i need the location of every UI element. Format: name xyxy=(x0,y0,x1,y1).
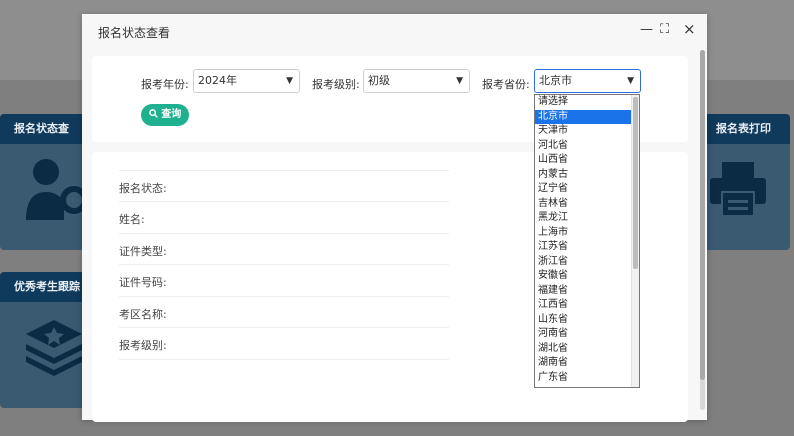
excellent-candidate-card[interactable]: 优秀考生跟踪 xyxy=(0,272,88,408)
info-row-status: 报名状态: xyxy=(119,170,449,202)
user-search-icon xyxy=(24,154,88,227)
chevron-down-icon: ▼ xyxy=(286,76,293,86)
province-option[interactable]: 安徽省 xyxy=(535,269,639,284)
province-option[interactable]: 湖南省 xyxy=(535,356,639,371)
level-label: 报考级别: xyxy=(312,78,360,91)
registration-print-card[interactable]: 报名表打印 xyxy=(702,114,790,250)
id-number-label: 证件号码: xyxy=(119,276,167,289)
maximize-icon[interactable]: ⛶ xyxy=(660,22,669,37)
province-option[interactable]: 辽宁省 xyxy=(535,182,639,197)
search-icon xyxy=(148,109,161,120)
province-option[interactable]: 河北省 xyxy=(535,139,639,154)
status-check-card-title: 报名状态查 xyxy=(0,114,88,144)
level-select-value: 初级 xyxy=(368,74,390,87)
province-option[interactable]: 上海市 xyxy=(535,226,639,241)
status-label: 报名状态: xyxy=(119,182,167,195)
province-option[interactable]: 北京市 xyxy=(535,109,639,124)
year-label: 报考年份: xyxy=(141,78,189,91)
modal-scrollbar[interactable] xyxy=(700,50,705,410)
region-label: 考区名称: xyxy=(119,308,167,321)
status-check-card[interactable]: 报名状态查 xyxy=(0,114,88,250)
query-button-label: 查询 xyxy=(161,109,182,120)
province-option[interactable]: 福建省 xyxy=(535,284,639,299)
close-icon[interactable]: × xyxy=(683,20,696,38)
province-option[interactable]: 内蒙古 xyxy=(535,168,639,183)
province-option[interactable]: 黑龙江 xyxy=(535,211,639,226)
year-select-value: 2024年 xyxy=(198,74,237,87)
info-row-id-number: 证件号码: xyxy=(119,264,449,296)
province-option[interactable]: 山西省 xyxy=(535,153,639,168)
modal-scrollbar-thumb[interactable] xyxy=(700,50,705,380)
province-option[interactable]: 广东省 xyxy=(535,371,639,386)
info-row-name: 姓名: xyxy=(119,201,449,233)
province-option[interactable]: 山东省 xyxy=(535,313,639,328)
province-option[interactable]: 浙江省 xyxy=(535,255,639,270)
excellent-candidate-card-title: 优秀考生跟踪 xyxy=(0,272,88,302)
province-select[interactable]: 北京市 ▼ xyxy=(534,69,641,93)
minimize-icon[interactable]: — xyxy=(640,22,653,37)
province-option[interactable]: 江西省 xyxy=(535,298,639,313)
level-select[interactable]: 初级 ▼ xyxy=(363,69,470,93)
name-label: 姓名: xyxy=(119,213,145,226)
id-type-label: 证件类型: xyxy=(119,245,167,258)
province-option[interactable]: 天津市 xyxy=(535,124,639,139)
dropdown-scrollbar-thumb[interactable] xyxy=(633,97,638,269)
province-option[interactable]: 请选择 xyxy=(535,95,639,110)
info-row-id-type: 证件类型: xyxy=(119,233,449,265)
chevron-down-icon: ▼ xyxy=(456,76,463,86)
year-select[interactable]: 2024年 ▼ xyxy=(193,69,300,93)
province-select-value: 北京市 xyxy=(539,74,572,87)
printer-icon xyxy=(708,158,768,221)
modal-title: 报名状态查看 xyxy=(98,26,171,40)
level-info-label: 报考级别: xyxy=(119,339,167,352)
province-option[interactable]: 河南省 xyxy=(535,327,639,342)
chevron-down-icon: ▼ xyxy=(627,76,634,86)
registration-print-card-title: 报名表打印 xyxy=(702,114,790,144)
dropdown-scrollbar[interactable] xyxy=(631,95,639,387)
query-button[interactable]: 查询 xyxy=(141,104,189,126)
province-option[interactable]: 江苏省 xyxy=(535,240,639,255)
province-option[interactable]: 吉林省 xyxy=(535,197,639,212)
info-row-level: 报考级别: xyxy=(119,327,449,360)
province-dropdown-list[interactable]: 请选择 北京市 天津市 河北省 山西省 内蒙古 辽宁省 吉林省 黑龙江 上海市 江苏省 浙江省 安徽省福… xyxy=(534,94,640,388)
layers-star-icon xyxy=(24,316,84,379)
province-option[interactable]: 湖北省 xyxy=(535,342,639,357)
info-row-region: 考区名称: xyxy=(119,296,449,328)
province-label: 报考省份: xyxy=(482,78,530,91)
